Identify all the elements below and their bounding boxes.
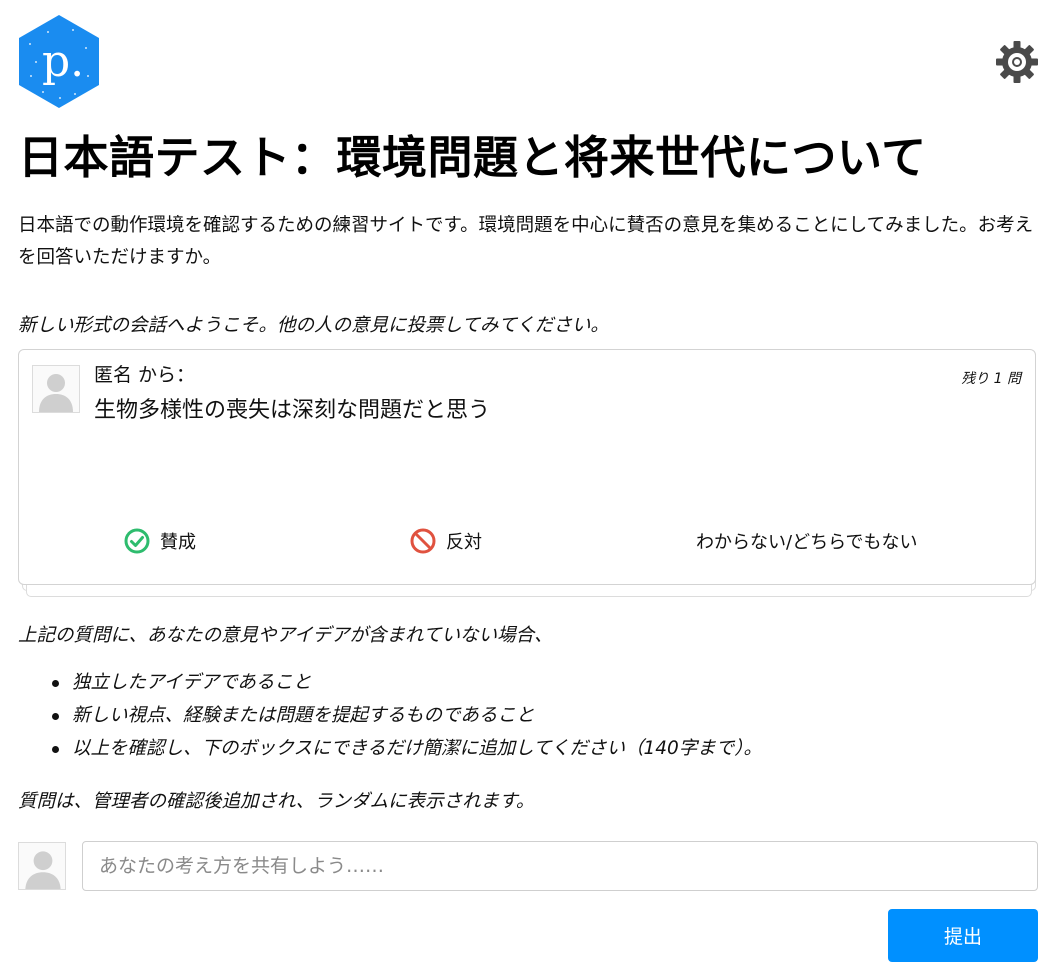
- gear-icon: [996, 41, 1038, 83]
- list-item: 独立したアイデアであること: [30, 666, 762, 699]
- guide-intro: 上記の質問に、あなたの意見やアイデアが含まれていない場合、: [18, 625, 553, 646]
- submit-button[interactable]: 提出: [888, 909, 1038, 962]
- disagree-label: 反対: [446, 532, 482, 553]
- user-silhouette-icon: [39, 374, 73, 412]
- moderation-note: 質問は、管理者の確認後追加され、ランダムに表示されます。: [18, 791, 535, 812]
- disagree-button[interactable]: 反対: [410, 524, 482, 558]
- svg-text:p.: p.: [42, 36, 84, 87]
- welcome-message: 新しい形式の会話へようこそ。他の人の意見に投票してみてください。: [18, 315, 609, 336]
- pass-label: わからない/どちらでもない: [696, 532, 918, 553]
- statement-author: 匿名 から：: [94, 364, 196, 386]
- guide-list: 独立したアイデアであること 新しい視点、経験または問題を提起するものであること …: [30, 666, 762, 765]
- agree-button[interactable]: 賛成: [124, 524, 196, 558]
- agree-label: 賛成: [160, 532, 196, 553]
- check-circle-icon: [124, 528, 150, 554]
- logo-hexagon-icon: p.: [19, 15, 99, 108]
- statement-input[interactable]: [82, 841, 1038, 891]
- user-silhouette-icon: [25, 851, 61, 889]
- list-item: 新しい視点、経験または問題を提起するものであること: [30, 699, 762, 732]
- ban-icon: [410, 528, 436, 554]
- statement-text: 生物多様性の喪失は深刻な問題だと思う: [94, 398, 491, 423]
- polis-logo: p.: [18, 14, 100, 109]
- list-item: 以上を確認し、下のボックスにできるだけ簡潔に追加してください（140字まで）。: [30, 732, 762, 765]
- current-user-avatar: [18, 842, 66, 890]
- statement-card: 匿名 から： 残り 1 問 生物多様性の喪失は深刻な問題だと思う 賛成 反対 わ…: [18, 349, 1036, 585]
- remaining-count: 残り 1 問: [961, 371, 1021, 387]
- author-avatar: [32, 365, 80, 413]
- page-title: 日本語テスト：環境問題と将来世代について: [18, 131, 927, 184]
- settings-button[interactable]: [995, 40, 1039, 84]
- pass-button[interactable]: わからない/どちらでもない: [696, 524, 918, 558]
- card-stack-shadow: [26, 584, 1032, 597]
- page-description: 日本語での動作環境を確認するための練習サイトです。環境問題を中心に賛否の意見を集…: [18, 215, 1034, 268]
